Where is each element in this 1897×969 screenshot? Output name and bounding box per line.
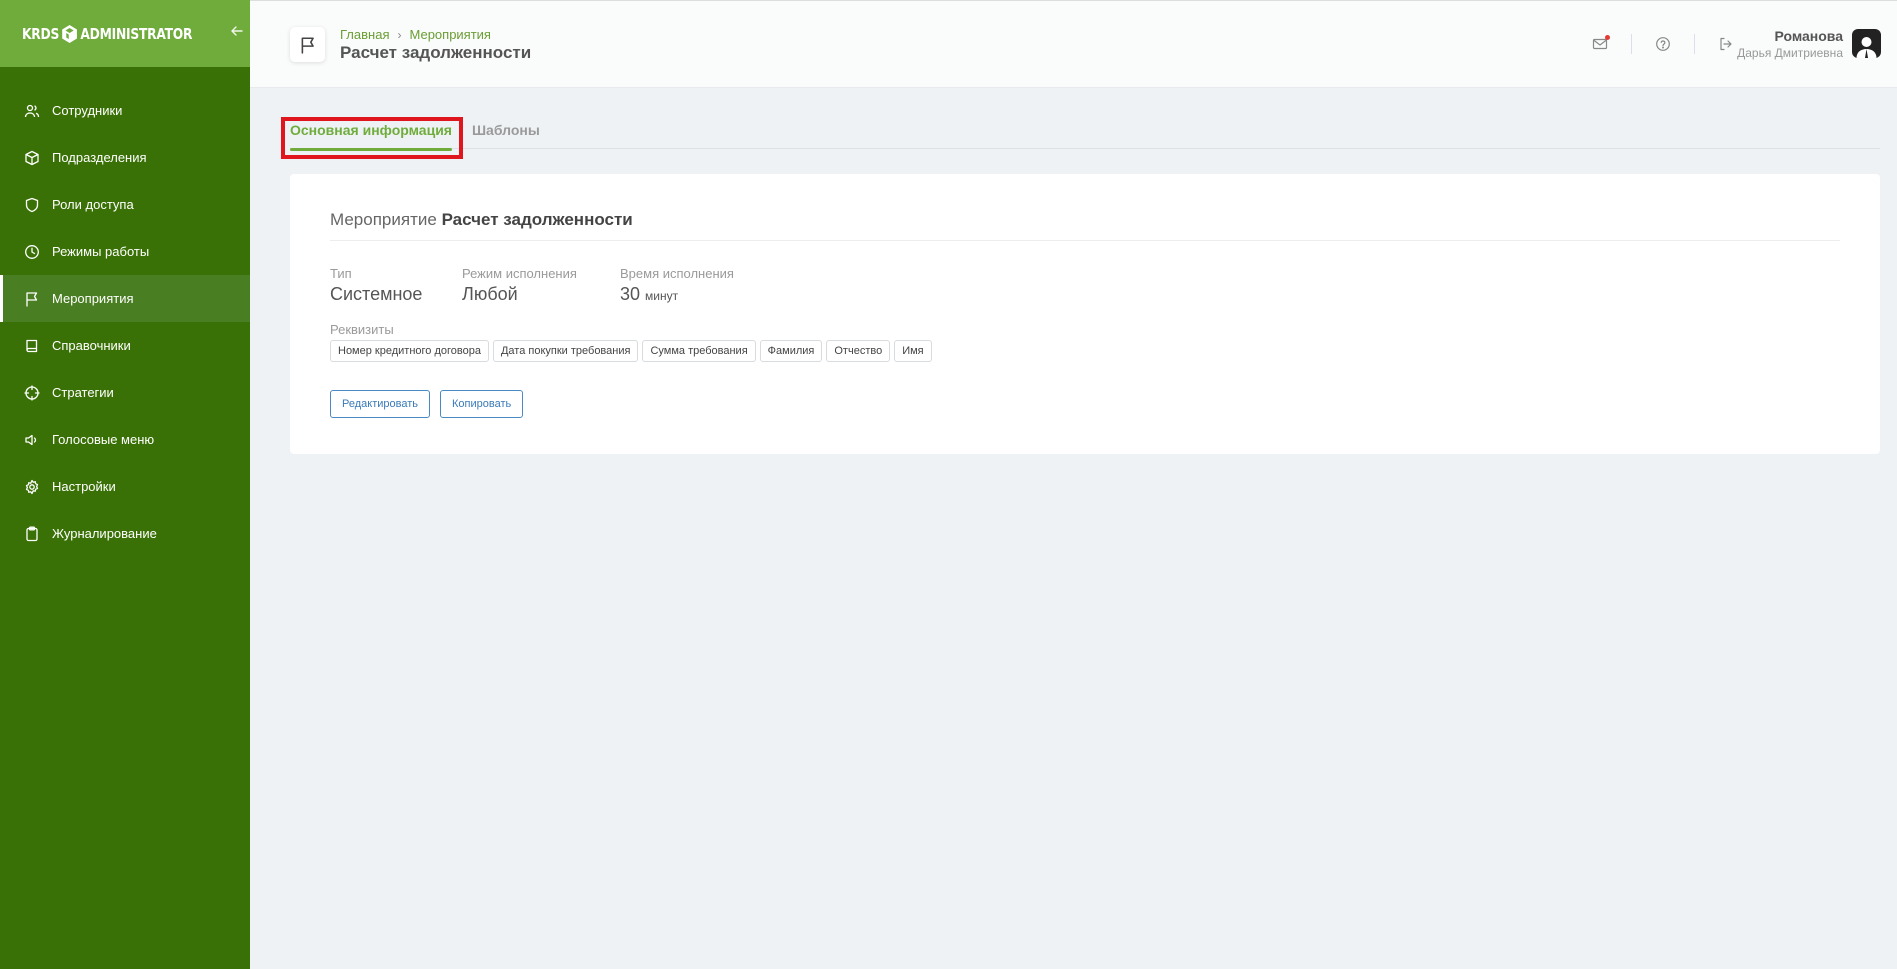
page-header: Главная › Мероприятия Расчет задолженнос… <box>250 0 1897 88</box>
box-icon <box>24 150 40 166</box>
requisites-label: Реквизиты <box>330 322 394 337</box>
sidebar-item-logging[interactable]: Журналирование <box>0 510 250 557</box>
sidebar-item-settings[interactable]: Настройки <box>0 463 250 510</box>
requisite-chip: Отчество <box>826 340 891 362</box>
logo-cube-icon <box>62 24 78 43</box>
sidebar-item-label: Журналирование <box>52 526 157 541</box>
card-title: Мероприятие Расчет задолженности <box>330 210 633 230</box>
sidebar-item-label: Сотрудники <box>52 103 123 118</box>
breadcrumb: Главная › Мероприятия <box>340 27 491 42</box>
arrow-left-icon <box>230 26 243 36</box>
breadcrumb-home-link[interactable]: Главная <box>340 27 389 42</box>
sidebar-item-voice-menus[interactable]: Голосовые меню <box>0 416 250 463</box>
book-icon <box>24 338 40 354</box>
logo-right-text: ADMINISTRATOR <box>80 24 193 43</box>
logout-button[interactable] <box>1715 33 1737 55</box>
sidebar-item-label: Роли доступа <box>52 197 134 212</box>
header-actions <box>1589 33 1737 55</box>
user-info[interactable]: Романова Дарья Дмитриевна <box>1737 28 1843 60</box>
time-field: Время исполнения 30 минут <box>620 266 734 305</box>
requisite-chip: Сумма требования <box>642 340 756 362</box>
page-icon-box <box>290 27 325 62</box>
logout-icon <box>1720 37 1732 51</box>
card-title-prefix: Мероприятие <box>330 210 437 229</box>
user-last-name: Романова <box>1774 28 1843 44</box>
event-card: Мероприятие Расчет задолженности Тип Сис… <box>290 174 1880 454</box>
type-label: Тип <box>330 266 352 281</box>
breadcrumb-events-link[interactable]: Мероприятия <box>409 27 491 42</box>
sidebar-item-access-roles[interactable]: Роли доступа <box>0 181 250 228</box>
shield-icon <box>24 197 40 213</box>
sidebar-item-label: Настройки <box>52 479 116 494</box>
card-divider <box>330 240 1840 241</box>
sidebar: KRDS ADMINISTRATOR Сотрудники Подразделе… <box>0 0 250 969</box>
sidebar-item-strategies[interactable]: Стратегии <box>0 369 250 416</box>
type-value: Системное <box>330 284 423 304</box>
sidebar-item-directories[interactable]: Справочники <box>0 322 250 369</box>
time-value-row: 30 минут <box>620 284 734 305</box>
sidebar-item-employees[interactable]: Сотрудники <box>0 87 250 134</box>
sidebar-item-events[interactable]: Мероприятия <box>0 275 250 322</box>
sidebar-item-work-modes[interactable]: Режимы работы <box>0 228 250 275</box>
flag-icon <box>301 36 314 54</box>
type-field: Тип Системное <box>330 266 422 305</box>
notification-dot <box>1605 35 1610 40</box>
time-label: Время исполнения <box>620 266 734 281</box>
sidebar-item-label: Подразделения <box>52 150 147 165</box>
breadcrumb-separator: › <box>397 27 402 42</box>
flag-icon <box>24 291 40 307</box>
mode-field: Режим исполнения Любой <box>462 266 577 305</box>
avatar[interactable] <box>1852 29 1881 58</box>
requisite-chip: Имя <box>894 340 932 362</box>
sidebar-item-label: Справочники <box>52 338 131 353</box>
requisites-list: Номер кредитного договора Дата покупки т… <box>330 340 932 362</box>
sidebar-item-label: Стратегии <box>52 385 114 400</box>
clock-icon <box>24 244 40 260</box>
sidebar-header: KRDS ADMINISTRATOR <box>0 0 250 67</box>
page-title: Расчет задолженности <box>340 43 532 62</box>
requisite-chip: Дата покупки требования <box>492 340 639 362</box>
header-divider <box>1694 34 1695 54</box>
speaker-icon <box>24 432 40 448</box>
gear-icon <box>24 479 40 495</box>
requisite-chip: Фамилия <box>759 340 823 362</box>
copy-button[interactable]: Копировать <box>440 390 524 418</box>
help-icon <box>1656 37 1670 51</box>
tabs: Основная информация Шаблоны <box>290 114 1880 151</box>
tab-main-info[interactable]: Основная информация <box>290 114 452 151</box>
sidebar-item-label: Голосовые меню <box>52 432 155 447</box>
users-icon <box>24 103 40 119</box>
time-value: 30 <box>620 284 641 304</box>
sidebar-nav: Сотрудники Подразделения Роли доступа Ре… <box>0 87 250 557</box>
requisite-chip: Номер кредитного договора <box>330 340 489 362</box>
edit-button[interactable]: Редактировать <box>330 390 430 418</box>
mode-label: Режим исполнения <box>462 266 577 281</box>
logo[interactable]: KRDS ADMINISTRATOR <box>22 24 192 44</box>
card-title-name: Расчет задолженности <box>441 210 633 229</box>
sidebar-item-departments[interactable]: Подразделения <box>0 134 250 181</box>
logo-left-text: KRDS <box>22 24 60 43</box>
collapse-sidebar-button[interactable] <box>230 24 244 43</box>
user-first-name: Дарья Дмитриевна <box>1737 46 1843 60</box>
card-actions: Редактировать Копировать <box>330 390 524 418</box>
header-divider <box>1631 34 1632 54</box>
sidebar-item-label: Мероприятия <box>52 291 134 306</box>
user-avatar-icon <box>1856 37 1877 58</box>
crosshair-icon <box>24 384 40 401</box>
sidebar-item-label: Режимы работы <box>52 244 150 259</box>
notifications-button[interactable] <box>1589 33 1611 55</box>
tab-templates[interactable]: Шаблоны <box>472 114 540 148</box>
clipboard-icon <box>24 526 40 542</box>
help-button[interactable] <box>1652 33 1674 55</box>
time-unit: минут <box>645 289 679 303</box>
mode-value: Любой <box>462 284 518 304</box>
